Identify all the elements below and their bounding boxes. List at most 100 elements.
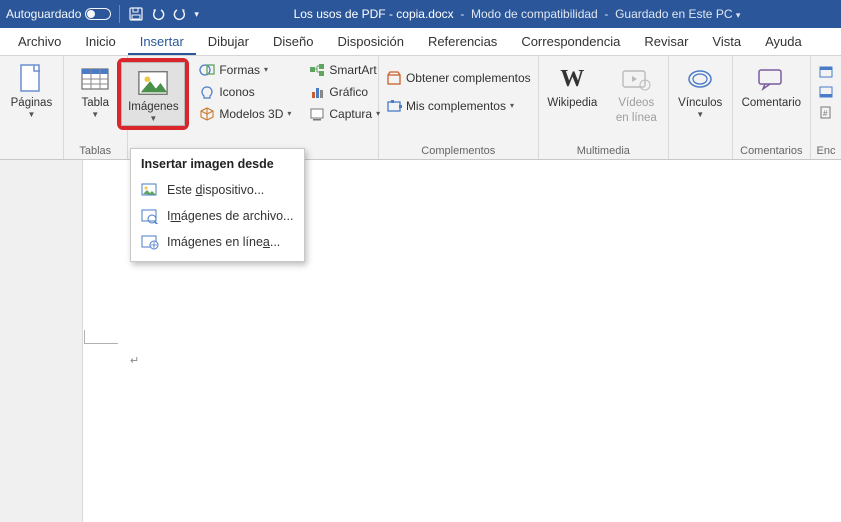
wikipedia-icon: W	[556, 63, 588, 95]
chevron-down-icon: ▾	[510, 101, 514, 110]
videos-button[interactable]: Vídeos en línea	[607, 60, 665, 127]
paragraph-mark: ↵	[130, 354, 139, 367]
group-label	[30, 143, 33, 157]
qat-customize[interactable]: ▾	[194, 9, 199, 20]
videos-label-1: Vídeos	[618, 97, 654, 110]
tab-revisar[interactable]: Revisar	[632, 28, 700, 55]
footer-icon[interactable]	[818, 84, 834, 100]
tab-insertar[interactable]: Insertar	[128, 28, 196, 55]
document-area[interactable]: ↵	[0, 160, 841, 522]
save-button[interactable]	[128, 6, 144, 22]
captura-button[interactable]: Captura ▾	[305, 104, 384, 124]
tab-diseno[interactable]: Diseño	[261, 28, 325, 55]
smartart-column: SmartArt Gráfico Captura ▾	[305, 60, 384, 124]
group-label	[699, 143, 702, 157]
group-vinculos: Vínculos ▼	[669, 56, 733, 159]
wikipedia-label: Wikipedia	[547, 97, 597, 110]
quick-access-toolbar: Autoguardado ▾	[6, 5, 199, 23]
modelos3d-label: Modelos 3D	[219, 107, 283, 121]
redo-button[interactable]	[172, 6, 188, 22]
stock-picture-icon	[141, 208, 159, 224]
tab-referencias[interactable]: Referencias	[416, 28, 509, 55]
compat-mode: Modo de compatibilidad	[471, 7, 598, 21]
dd-este-dispositivo[interactable]: Este dispositivo...	[131, 177, 304, 203]
tabla-button[interactable]: Tabla ▼	[67, 60, 123, 122]
ribbon: Páginas ▼ Tabla ▼ Tablas	[0, 56, 841, 160]
page-corner-mark	[84, 330, 118, 344]
svg-text:#: #	[823, 109, 828, 118]
tab-correspondencia[interactable]: Correspondencia	[509, 28, 632, 55]
chevron-down-icon: ▼	[149, 114, 157, 123]
ribbon-tabs: Archivo Inicio Insertar Dibujar Diseño D…	[0, 28, 841, 56]
imagenes-label: Imágenes	[128, 101, 179, 114]
autosave-toggle[interactable]: Autoguardado	[6, 7, 111, 21]
shapes-icon	[199, 62, 215, 78]
formas-button[interactable]: Formas ▾	[195, 60, 295, 80]
iconos-button[interactable]: Iconos	[195, 82, 295, 102]
header-icon[interactable]	[818, 64, 834, 80]
store-icon	[386, 70, 402, 86]
highlight-frame: Imágenes ▼	[117, 58, 189, 130]
link-icon	[684, 63, 716, 95]
separator	[119, 5, 120, 23]
tab-dibujar[interactable]: Dibujar	[196, 28, 261, 55]
formas-label: Formas	[219, 63, 260, 77]
obtener-complementos-button[interactable]: Obtener complementos	[382, 68, 535, 88]
videos-label-2: en línea	[616, 112, 657, 125]
tab-inicio[interactable]: Inicio	[73, 28, 127, 55]
undo-button[interactable]	[150, 6, 166, 22]
dropdown-title: Insertar imagen desde	[131, 153, 304, 177]
group-label-comentarios: Comentarios	[740, 143, 802, 157]
comentario-label: Comentario	[742, 97, 801, 110]
dd-item-label: Imágenes en línea...	[167, 235, 280, 249]
group-comentarios: Comentario Comentarios	[733, 56, 811, 159]
chart-icon	[309, 84, 325, 100]
group-complementos: Obtener complementos Mis complementos ▾ …	[379, 56, 539, 159]
chevron-down-icon: ▼	[696, 110, 704, 119]
cube-icon	[199, 106, 215, 122]
smartart-button[interactable]: SmartArt	[305, 60, 384, 80]
chevron-down-icon: ▼	[91, 110, 99, 119]
grafico-label: Gráfico	[329, 85, 368, 99]
mis-label: Mis complementos	[406, 99, 506, 113]
wikipedia-button[interactable]: W Wikipedia	[541, 60, 603, 113]
tab-disposicion[interactable]: Disposición	[325, 28, 415, 55]
doc-name: Los usos de PDF - copia.docx	[294, 7, 454, 21]
smartart-icon	[309, 62, 325, 78]
vinculos-button[interactable]: Vínculos ▼	[672, 60, 728, 122]
tab-vista[interactable]: Vista	[700, 28, 753, 55]
paginas-label: Páginas	[11, 97, 53, 110]
dd-imagenes-en-linea[interactable]: Imágenes en línea...	[131, 229, 304, 255]
addins-icon	[386, 98, 402, 114]
imagenes-button[interactable]: Imágenes ▼	[121, 62, 185, 126]
chevron-down-icon: ▼	[27, 110, 35, 119]
shapes-column: Formas ▾ Iconos Modelos 3D ▾	[195, 60, 295, 124]
group-encabezado: # Enc	[811, 56, 841, 159]
title-bar: Autoguardado ▾ Los usos de PDF - copia.d…	[0, 0, 841, 28]
tab-ayuda[interactable]: Ayuda	[753, 28, 814, 55]
table-icon	[79, 63, 111, 95]
mis-complementos-button[interactable]: Mis complementos ▾	[382, 96, 535, 116]
vinculos-label: Vínculos	[678, 97, 722, 110]
dd-item-label: Este dispositivo...	[167, 183, 264, 197]
left-gutter	[0, 160, 83, 522]
tabla-label: Tabla	[82, 97, 110, 110]
smartart-label: SmartArt	[329, 63, 376, 77]
paginas-button[interactable]: Páginas ▼	[3, 60, 59, 122]
chevron-down-icon: ▾	[287, 109, 291, 118]
group-label-multimedia: Multimedia	[577, 143, 630, 157]
comentario-button[interactable]: Comentario	[735, 60, 807, 113]
dd-imagenes-archivo[interactable]: Imágenes de archivo...	[131, 203, 304, 229]
group-multimedia: W Wikipedia Vídeos en línea Multimedia	[539, 56, 669, 159]
comment-icon	[755, 63, 787, 95]
captura-label: Captura	[329, 107, 372, 121]
tab-archivo[interactable]: Archivo	[6, 28, 73, 55]
autosave-label: Autoguardado	[6, 7, 81, 21]
screenshot-icon	[309, 106, 325, 122]
group-label-complementos: Complementos	[421, 143, 495, 157]
group-label-enc: Enc	[817, 143, 836, 157]
grafico-button[interactable]: Gráfico	[305, 82, 384, 102]
modelos3d-button[interactable]: Modelos 3D ▾	[195, 104, 295, 124]
toggle-icon	[85, 8, 111, 20]
page-number-icon[interactable]: #	[818, 104, 834, 120]
